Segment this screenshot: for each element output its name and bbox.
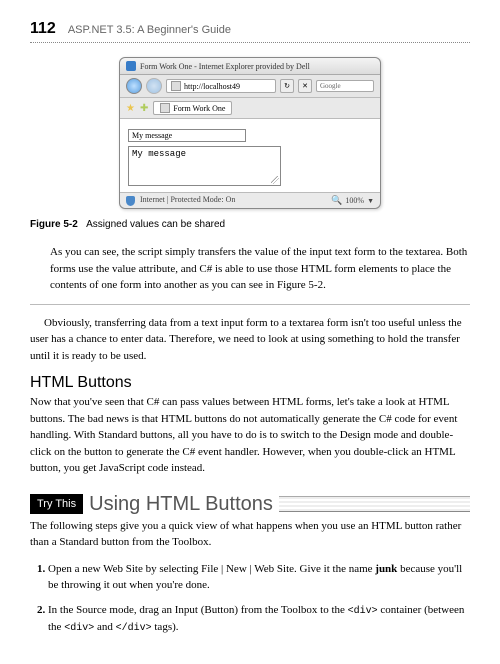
steps-list: Open a new Web Site by selecting File | … xyxy=(48,561,470,636)
resize-handle-icon[interactable] xyxy=(271,176,279,184)
section-divider xyxy=(30,304,470,305)
step2-text-c: and xyxy=(94,621,115,633)
try-this-intro: The following steps give you a quick vie… xyxy=(30,518,470,551)
textarea[interactable]: My message xyxy=(128,146,281,186)
refresh-button[interactable]: ↻ xyxy=(280,79,294,93)
paragraph-2: Obviously, transferring data from a text… xyxy=(30,315,470,365)
zoom-control[interactable]: 🔍 100% ▼ xyxy=(331,195,374,206)
tab-row: ★ ✚ Form Work One xyxy=(120,98,380,119)
page-content: My message My message xyxy=(120,119,380,192)
step-2: In the Source mode, drag an Input (Butto… xyxy=(48,602,470,636)
search-box[interactable]: Google xyxy=(316,80,374,92)
section-heading-html-buttons: HTML Buttons xyxy=(30,374,470,392)
step2-code1: <div> xyxy=(348,606,378,617)
try-this-decoration xyxy=(279,496,470,512)
address-bar: http://localhost49 ↻ ✕ Google xyxy=(120,75,380,98)
forward-button[interactable] xyxy=(146,78,162,94)
header-divider xyxy=(30,42,470,43)
page-icon xyxy=(171,81,181,91)
stop-button[interactable]: ✕ xyxy=(298,79,312,93)
page-header: 112 ASP.NET 3.5: A Beginner's Guide xyxy=(30,20,470,38)
book-title: ASP.NET 3.5: A Beginner's Guide xyxy=(68,24,231,36)
browser-window: Form Work One - Internet Explorer provid… xyxy=(119,57,381,209)
url-text: http://localhost49 xyxy=(184,82,240,91)
ie-icon xyxy=(126,61,136,71)
figure-caption: Figure 5-2 Assigned values can be shared xyxy=(30,219,470,230)
url-field[interactable]: http://localhost49 xyxy=(166,79,276,93)
shield-icon xyxy=(126,196,135,206)
step2-text-a: In the Source mode, drag an Input (Butto… xyxy=(48,604,348,616)
page-number: 112 xyxy=(30,20,56,38)
step1-text-a: Open a new Web Site by selecting File | … xyxy=(48,563,375,575)
try-this-heading-row: Try This Using HTML Buttons xyxy=(30,493,470,516)
tab-page-icon xyxy=(160,103,170,113)
favorites-add-icon[interactable]: ✚ xyxy=(140,103,148,114)
step-1: Open a new Web Site by selecting File | … xyxy=(48,561,470,594)
text-input[interactable]: My message xyxy=(128,129,246,142)
paragraph-1: As you can see, the script simply transf… xyxy=(50,244,470,294)
figure-caption-text: Assigned values can be shared xyxy=(86,219,225,230)
zoom-value: 100% xyxy=(345,196,364,205)
browser-titlebar: Form Work One - Internet Explorer provid… xyxy=(120,58,380,75)
step2-code3: </div> xyxy=(116,623,152,634)
status-left: Internet | Protected Mode: On xyxy=(126,195,235,205)
tab-title: Form Work One xyxy=(173,104,225,113)
zoom-icon: 🔍 xyxy=(331,195,342,206)
try-this-badge: Try This xyxy=(30,494,83,514)
try-this-title: Using HTML Buttons xyxy=(89,493,273,516)
section1-paragraph: Now that you've seen that C# can pass va… xyxy=(30,394,470,477)
status-text: Internet | Protected Mode: On xyxy=(140,195,235,204)
favorites-star-icon[interactable]: ★ xyxy=(126,103,135,114)
step1-bold: junk xyxy=(375,563,397,575)
browser-tab[interactable]: Form Work One xyxy=(153,101,232,115)
chevron-down-icon: ▼ xyxy=(367,197,374,205)
status-bar: Internet | Protected Mode: On 🔍 100% ▼ xyxy=(120,192,380,208)
window-title: Form Work One - Internet Explorer provid… xyxy=(140,62,310,71)
back-button[interactable] xyxy=(126,78,142,94)
figure-label: Figure 5-2 xyxy=(30,219,78,230)
step2-code2: <div> xyxy=(64,623,94,634)
step2-text-d: tags). xyxy=(152,621,179,633)
